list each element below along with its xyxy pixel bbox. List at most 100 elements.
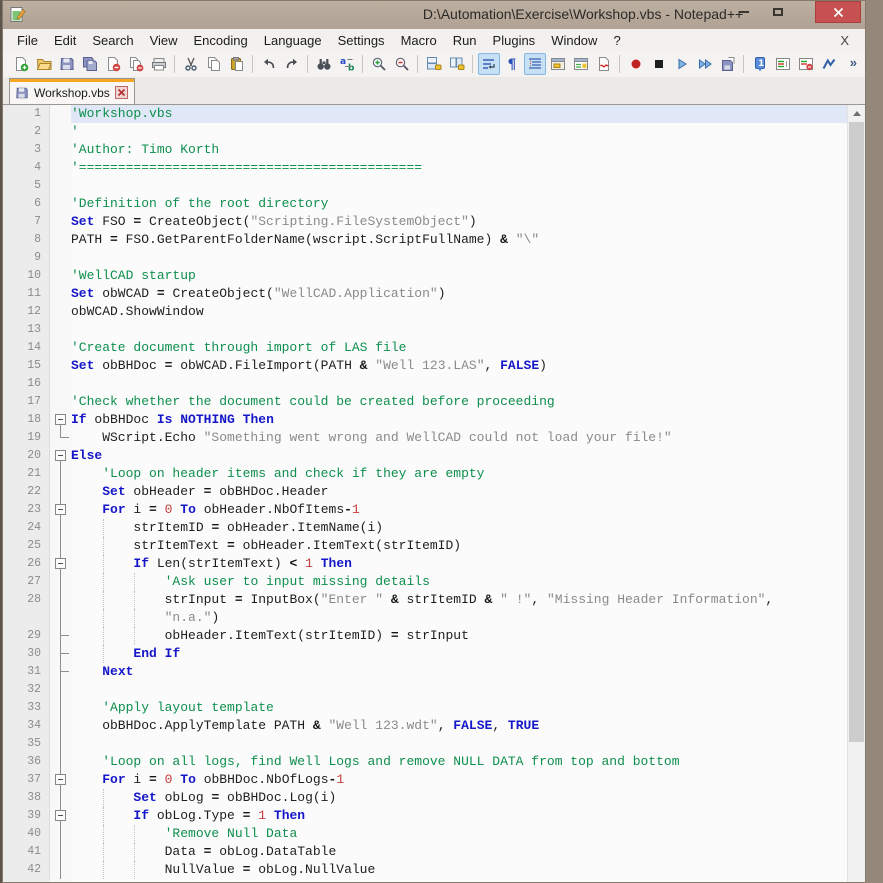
toolbar-button-monitoring[interactable] xyxy=(593,53,615,75)
code-line[interactable]: strItemText = obHeader.ItemText(strItemI… xyxy=(71,537,847,555)
code-line[interactable]: 'Create document through import of LAS f… xyxy=(71,339,847,357)
code-line[interactable]: obWCAD.ShowWindow xyxy=(71,303,847,321)
toolbar-button-print[interactable] xyxy=(148,53,170,75)
menu-item-search[interactable]: Search xyxy=(84,31,141,50)
code-line[interactable]: Set obLog = obBHDoc.Log(i) xyxy=(71,789,847,807)
code-line[interactable]: '=======================================… xyxy=(71,159,847,177)
code-line[interactable]: obHeader.ItemText(strItemID) = strInput xyxy=(71,627,847,645)
toolbar-button-doc-close[interactable] xyxy=(795,53,817,75)
code-line[interactable]: Else xyxy=(71,447,847,465)
code-line[interactable]: 'WellCAD startup xyxy=(71,267,847,285)
code-line[interactable]: "n.a.") xyxy=(71,609,847,627)
close-button[interactable] xyxy=(815,1,861,23)
toolbar-button-word-wrap[interactable] xyxy=(478,53,500,75)
code-line[interactable]: NullValue = obLog.NullValue xyxy=(71,861,847,879)
code-line[interactable]: 'Workshop.vbs xyxy=(71,105,847,123)
toolbar-button-macro-stop[interactable] xyxy=(648,53,670,75)
toolbar-overflow-chevron[interactable]: » xyxy=(850,55,857,70)
minimize-button[interactable] xyxy=(729,1,759,23)
toolbar-button-find[interactable] xyxy=(313,53,335,75)
menu-item-plugins[interactable]: Plugins xyxy=(485,31,544,50)
fold-collapse-box[interactable] xyxy=(50,555,71,573)
toolbar-button-paste[interactable] xyxy=(226,53,248,75)
toolbar-button-show-all-characters[interactable]: ¶ xyxy=(501,53,523,75)
toolbar-button-user-dialog[interactable] xyxy=(547,53,569,75)
menu-item-help[interactable]: ? xyxy=(605,31,628,50)
toolbar-button-cut[interactable] xyxy=(180,53,202,75)
toolbar-button-doc-list[interactable] xyxy=(772,53,794,75)
code-line[interactable]: 'Apply layout template xyxy=(71,699,847,717)
code-line[interactable]: End If xyxy=(71,645,847,663)
fold-collapse-box[interactable] xyxy=(50,501,71,519)
code-line[interactable]: 'Definition of the root directory xyxy=(71,195,847,213)
toolbar-button-close-all[interactable] xyxy=(125,53,147,75)
code-line[interactable] xyxy=(71,177,847,195)
code-line[interactable]: Set obHeader = obBHDoc.Header xyxy=(71,483,847,501)
code-line[interactable] xyxy=(71,681,847,699)
code-line[interactable]: strItemID = obHeader.ItemName(i) xyxy=(71,519,847,537)
title-bar[interactable]: D:\Automation\Exercise\Workshop.vbs - No… xyxy=(3,1,865,29)
toolbar-button-save[interactable] xyxy=(56,53,78,75)
code-line[interactable]: Set FSO = CreateObject("Scripting.FileSy… xyxy=(71,213,847,231)
code-line[interactable]: For i = 0 To obHeader.NbOfItems-1 xyxy=(71,501,847,519)
code-line[interactable]: Set obWCAD = CreateObject("WellCAD.Appli… xyxy=(71,285,847,303)
toolbar-button-macro-record[interactable] xyxy=(625,53,647,75)
menu-item-encoding[interactable]: Encoding xyxy=(186,31,256,50)
menu-item-run[interactable]: Run xyxy=(445,31,485,50)
menubar-close-button[interactable]: X xyxy=(836,31,853,50)
toolbar-button-sync-horizontal[interactable] xyxy=(446,53,468,75)
code-line[interactable]: obBHDoc.ApplyTemplate PATH & "Well 123.w… xyxy=(71,717,847,735)
toolbar-button-macro-save[interactable] xyxy=(717,53,739,75)
toolbar-button-save-all[interactable] xyxy=(79,53,101,75)
toolbar-button-zoom-in[interactable] xyxy=(368,53,390,75)
fold-collapse-box[interactable] xyxy=(50,807,71,825)
code-line[interactable] xyxy=(71,321,847,339)
menu-item-language[interactable]: Language xyxy=(256,31,330,50)
menu-item-window[interactable]: Window xyxy=(543,31,605,50)
toolbar-button-open-file[interactable] xyxy=(33,53,55,75)
menu-item-file[interactable]: File xyxy=(9,31,46,50)
vertical-scrollbar[interactable] xyxy=(847,105,865,882)
tab-close-icon[interactable] xyxy=(115,86,128,99)
toolbar-button-sync-vertical[interactable] xyxy=(423,53,445,75)
code-line[interactable] xyxy=(71,375,847,393)
menu-item-macro[interactable]: Macro xyxy=(393,31,445,50)
code-line[interactable] xyxy=(71,249,847,267)
code-line[interactable]: Next xyxy=(71,663,847,681)
maximize-button[interactable] xyxy=(763,1,793,23)
fold-collapse-box[interactable] xyxy=(50,447,71,465)
code-line[interactable]: If Len(strItemText) < 1 Then xyxy=(71,555,847,573)
toolbar-button-replace[interactable]: ab xyxy=(336,53,358,75)
toolbar-button-zoom-out[interactable] xyxy=(391,53,413,75)
scrollbar-thumb[interactable] xyxy=(849,122,864,742)
code-line[interactable]: PATH = FSO.GetParentFolderName(wscript.S… xyxy=(71,231,847,249)
menu-item-view[interactable]: View xyxy=(142,31,186,50)
code-line[interactable]: 'Ask user to input missing details xyxy=(71,573,847,591)
code-line[interactable]: Set obBHDoc = obWCAD.FileImport(PATH & "… xyxy=(71,357,847,375)
fold-collapse-box[interactable] xyxy=(50,411,71,429)
toolbar-button-view-file[interactable] xyxy=(570,53,592,75)
toolbar-button-redo[interactable] xyxy=(281,53,303,75)
toolbar-button-new-file[interactable] xyxy=(10,53,32,75)
code-editor[interactable]: 1'Workshop.vbs2'3'Author: Timo Korth4'==… xyxy=(3,105,865,882)
code-line[interactable]: For i = 0 To obBHDoc.NbOfLogs-1 xyxy=(71,771,847,789)
code-line[interactable]: 'Loop on all logs, find Well Logs and re… xyxy=(71,753,847,771)
code-line[interactable]: WScript.Echo "Something went wrong and W… xyxy=(71,429,847,447)
code-line[interactable]: 'Loop on header items and check if they … xyxy=(71,465,847,483)
fold-collapse-box[interactable] xyxy=(50,771,71,789)
code-line[interactable]: If obLog.Type = 1 Then xyxy=(71,807,847,825)
code-line[interactable]: 'Check whether the document could be cre… xyxy=(71,393,847,411)
code-line[interactable] xyxy=(71,735,847,753)
toolbar-button-macro-run-multiple[interactable] xyxy=(694,53,716,75)
tab-workshop-vbs[interactable]: Workshop.vbs xyxy=(9,80,135,104)
code-line[interactable]: strInput = InputBox("Enter " & strItemID… xyxy=(71,591,847,609)
menu-item-settings[interactable]: Settings xyxy=(330,31,393,50)
toolbar-button-copy[interactable] xyxy=(203,53,225,75)
code-line[interactable]: Data = obLog.DataTable xyxy=(71,843,847,861)
toolbar-button-undo[interactable] xyxy=(258,53,280,75)
toolbar-button-doc-map[interactable]: 1 xyxy=(749,53,771,75)
toolbar-button-macro-play[interactable] xyxy=(671,53,693,75)
menu-item-edit[interactable]: Edit xyxy=(46,31,84,50)
code-line[interactable]: 'Remove Null Data xyxy=(71,825,847,843)
toolbar-button-function-list[interactable] xyxy=(818,53,840,75)
